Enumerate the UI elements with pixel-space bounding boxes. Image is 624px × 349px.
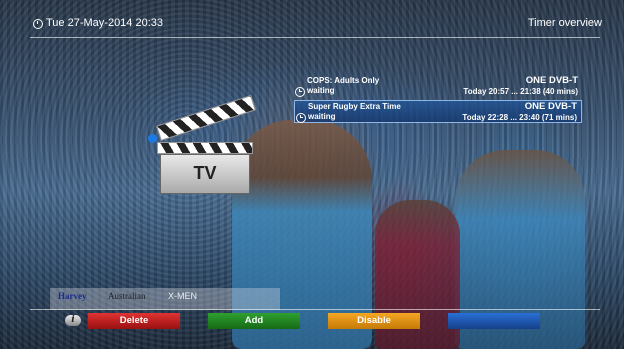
info-icon[interactable]: i: [65, 315, 81, 326]
clapperboard-logo: TV: [148, 94, 258, 196]
clapper-stripe: [157, 142, 253, 154]
hinge-dot-icon: [148, 134, 157, 143]
timer-time: Today 20:57 ... 21:38 (40 mins): [463, 87, 578, 96]
page-title: Timer overview: [527, 17, 602, 29]
timer-state: waiting: [308, 112, 336, 121]
button-bar: i Delete Add Disable: [0, 312, 624, 334]
timer-row[interactable]: COPS: Adults Only ONE DVB-T waiting Toda…: [294, 75, 582, 98]
timer-service: ONE DVB-T: [525, 75, 578, 86]
timer-list[interactable]: COPS: Adults Only ONE DVB-T waiting Toda…: [294, 75, 582, 125]
delete-button[interactable]: Delete: [88, 313, 180, 329]
clock-icon: [295, 87, 305, 97]
current-datetime: Tue 27-May-2014 20:33: [46, 17, 163, 29]
tv-screen: Harvey Australian X-MEN Tue 27-May-2014 …: [0, 0, 624, 349]
timer-row-selected[interactable]: Super Rugby Extra Time ONE DVB-T waiting…: [294, 100, 582, 123]
timer-time: Today 22:28 ... 23:40 (71 mins): [462, 113, 577, 122]
sponsor-3: X-MEN: [168, 291, 197, 301]
clock-icon: [296, 113, 306, 123]
disable-button[interactable]: Disable: [328, 313, 420, 329]
footer-divider: [30, 309, 600, 310]
sponsor-2: Australian: [108, 291, 146, 301]
add-button[interactable]: Add: [208, 313, 300, 329]
timer-service: ONE DVB-T: [524, 101, 577, 112]
header-divider: [30, 37, 600, 38]
header-bar: Tue 27-May-2014 20:33 Timer overview: [0, 0, 624, 38]
clapper-body: TV: [160, 154, 250, 194]
clock-icon: [33, 19, 43, 29]
sponsor-1: Harvey: [58, 291, 87, 301]
logo-text: TV: [193, 163, 217, 183]
timer-name: COPS: Adults Only: [307, 76, 380, 85]
timer-name: Super Rugby Extra Time: [308, 102, 401, 111]
blue-button[interactable]: [448, 313, 540, 329]
sponsor-boards: Harvey Australian X-MEN: [50, 288, 280, 310]
clapperboard-icon: [155, 94, 257, 142]
timer-state: waiting: [307, 86, 335, 95]
